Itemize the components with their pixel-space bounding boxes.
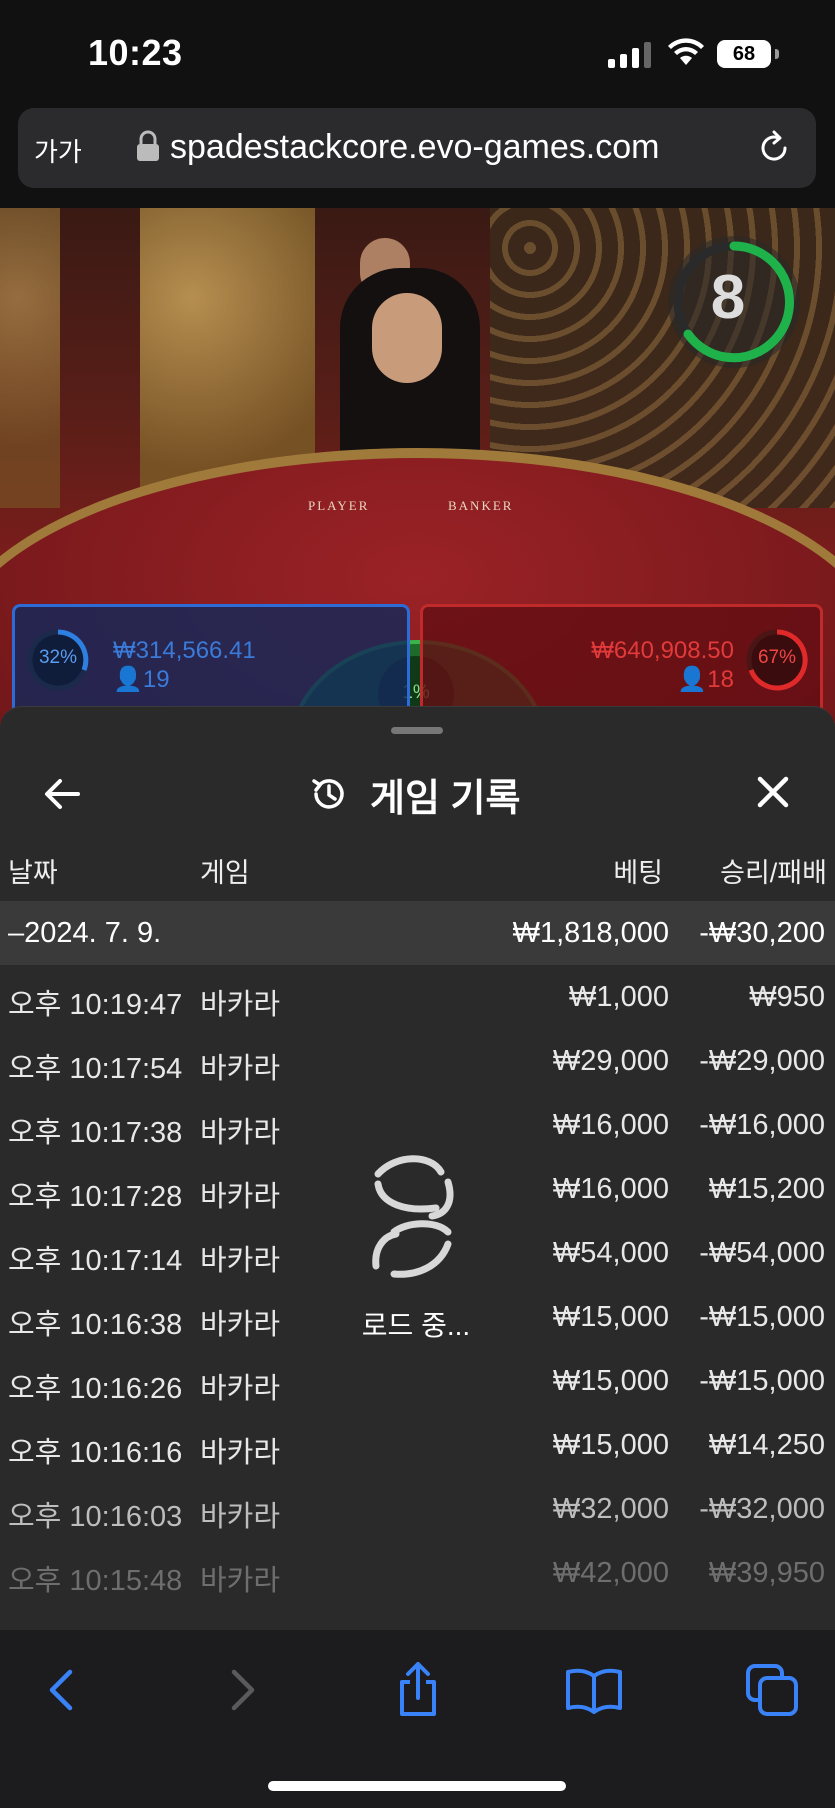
- sheet-header: 게임 기록: [0, 747, 835, 837]
- row-game: 바카라: [200, 1309, 281, 1341]
- row-game: 바카라: [200, 1565, 281, 1597]
- bookmarks-icon[interactable]: [564, 1660, 624, 1720]
- row-bet: ₩15,000: [552, 1365, 669, 1397]
- row-time: 오후 10:15:48: [8, 1565, 183, 1597]
- row-game: 바카라: [200, 989, 281, 1021]
- row-result: -₩15,000: [699, 1301, 825, 1333]
- background-panel: [0, 208, 60, 508]
- row-result: -₩15,000: [699, 1365, 825, 1397]
- table-row[interactable]: 오후 10:17:54 바카라 ₩29,000 -₩29,000: [0, 1029, 835, 1093]
- row-bet: ₩16,000: [552, 1109, 669, 1141]
- forward-icon[interactable]: [212, 1660, 272, 1720]
- row-game: 바카라: [200, 1373, 281, 1405]
- home-indicator: [268, 1781, 566, 1791]
- status-bar: 10:23 68: [0, 0, 835, 104]
- row-bet: ₩42,000: [552, 1557, 669, 1589]
- row-game: 바카라: [200, 1245, 281, 1277]
- status-time: 10:23: [88, 32, 183, 73]
- row-game: 바카라: [200, 1181, 281, 1213]
- row-result: -₩32,000: [699, 1493, 825, 1525]
- date-group-bet-total: ₩1,818,000: [512, 917, 669, 949]
- text-size-button[interactable]: 가가: [34, 132, 82, 169]
- row-result: -₩29,000: [699, 1045, 825, 1077]
- row-bet: ₩15,000: [552, 1301, 669, 1333]
- row-result: ₩39,950: [708, 1557, 825, 1589]
- reload-icon[interactable]: [756, 130, 792, 166]
- date-group-date: –2024. 7. 9.: [8, 917, 162, 949]
- row-result: -₩16,000: [699, 1109, 825, 1141]
- share-icon[interactable]: [388, 1660, 448, 1720]
- row-game: 바카라: [200, 1501, 281, 1533]
- row-bet: ₩29,000: [552, 1045, 669, 1077]
- column-header-result[interactable]: 승리/패배: [720, 851, 827, 890]
- table-row[interactable]: 오후 10:16:16 바카라 ₩15,000 ₩14,250: [0, 1413, 835, 1477]
- close-icon[interactable]: [748, 767, 798, 817]
- row-result: ₩950: [749, 981, 825, 1013]
- table-label-player: PLAYER: [308, 498, 370, 513]
- countdown-timer: 8: [668, 236, 800, 368]
- banker-percent: 67%: [757, 647, 797, 668]
- row-result: ₩14,250: [708, 1429, 825, 1461]
- url-text[interactable]: spadestackcore.evo-games.com: [170, 128, 659, 167]
- row-time: 오후 10:16:16: [8, 1437, 183, 1469]
- banker-total-amount: ₩640,908.50: [591, 637, 734, 664]
- row-time: 오후 10:16:38: [8, 1309, 183, 1341]
- loading-text: 로드 중...: [361, 1310, 471, 1341]
- battery-icon: 68: [717, 40, 779, 68]
- user-icon: 👤: [113, 666, 143, 693]
- column-header-date[interactable]: 날짜: [8, 851, 58, 890]
- row-bet: ₩32,000: [552, 1493, 669, 1525]
- sheet-drag-handle[interactable]: [391, 727, 443, 734]
- row-time: 오후 10:17:38: [8, 1117, 183, 1149]
- lock-icon: [137, 130, 159, 161]
- tabs-icon[interactable]: [742, 1660, 802, 1720]
- wifi-icon: [668, 38, 704, 65]
- table-row[interactable]: 오후 10:16:26 바카라 ₩15,000 -₩15,000: [0, 1349, 835, 1413]
- history-icon: [312, 779, 344, 809]
- row-result: ₩15,200: [708, 1173, 825, 1205]
- table-row[interactable]: 오후 10:15:48 바카라 ₩42,000 ₩39,950: [0, 1541, 835, 1605]
- date-group-row[interactable]: –2024. 7. 9. ₩1,818,000 -₩30,200: [0, 901, 835, 965]
- row-time: 오후 10:16:26: [8, 1373, 183, 1405]
- column-header-game[interactable]: 게임: [200, 851, 250, 890]
- row-time: 오후 10:17:14: [8, 1245, 183, 1277]
- cellular-signal-icon: [608, 42, 651, 68]
- back-icon[interactable]: [32, 1660, 92, 1720]
- row-game: 바카라: [200, 1117, 281, 1149]
- row-result: -₩54,000: [699, 1237, 825, 1269]
- row-bet: ₩54,000: [552, 1237, 669, 1269]
- row-time: 오후 10:16:03: [8, 1501, 183, 1533]
- sheet-title: 게임 기록: [370, 777, 521, 820]
- row-time: 오후 10:17:54: [8, 1053, 183, 1085]
- row-bet: ₩16,000: [552, 1173, 669, 1205]
- row-time: 오후 10:17:28: [8, 1181, 183, 1213]
- row-time: 오후 10:19:47: [8, 989, 183, 1021]
- table-label-banker: BANKER: [448, 498, 514, 513]
- row-bet: ₩1,000: [569, 981, 669, 1013]
- table-row[interactable]: 오후 10:16:03 바카라 ₩32,000 -₩32,000: [0, 1477, 835, 1541]
- row-game: 바카라: [200, 1053, 281, 1085]
- timer-value: 8: [710, 263, 746, 332]
- dealer-head: [372, 293, 442, 383]
- sheet-title-group: 게임 기록: [308, 769, 521, 820]
- user-icon: 👤: [677, 666, 708, 693]
- date-group-result-total: -₩30,200: [699, 917, 825, 949]
- column-header-bet[interactable]: 베팅: [613, 851, 663, 890]
- row-bet: ₩15,000: [552, 1429, 669, 1461]
- table-row[interactable]: 오후 10:19:47 바카라 ₩1,000 ₩950: [0, 965, 835, 1029]
- player-bettor-count: 19: [142, 666, 170, 693]
- address-bar[interactable]: 가가 spadestackcore.evo-games.com: [18, 108, 816, 188]
- player-total-amount: ₩314,566.41: [113, 637, 256, 664]
- banker-bettor-count: 18: [707, 666, 734, 693]
- battery-level: 68: [717, 40, 771, 68]
- back-arrow-icon[interactable]: [38, 769, 88, 819]
- player-percent: 32%: [38, 647, 78, 668]
- row-game: 바카라: [200, 1437, 281, 1469]
- loading-indicator: 로드 중...: [336, 1144, 496, 1344]
- loading-spinner-icon: [372, 1155, 454, 1278]
